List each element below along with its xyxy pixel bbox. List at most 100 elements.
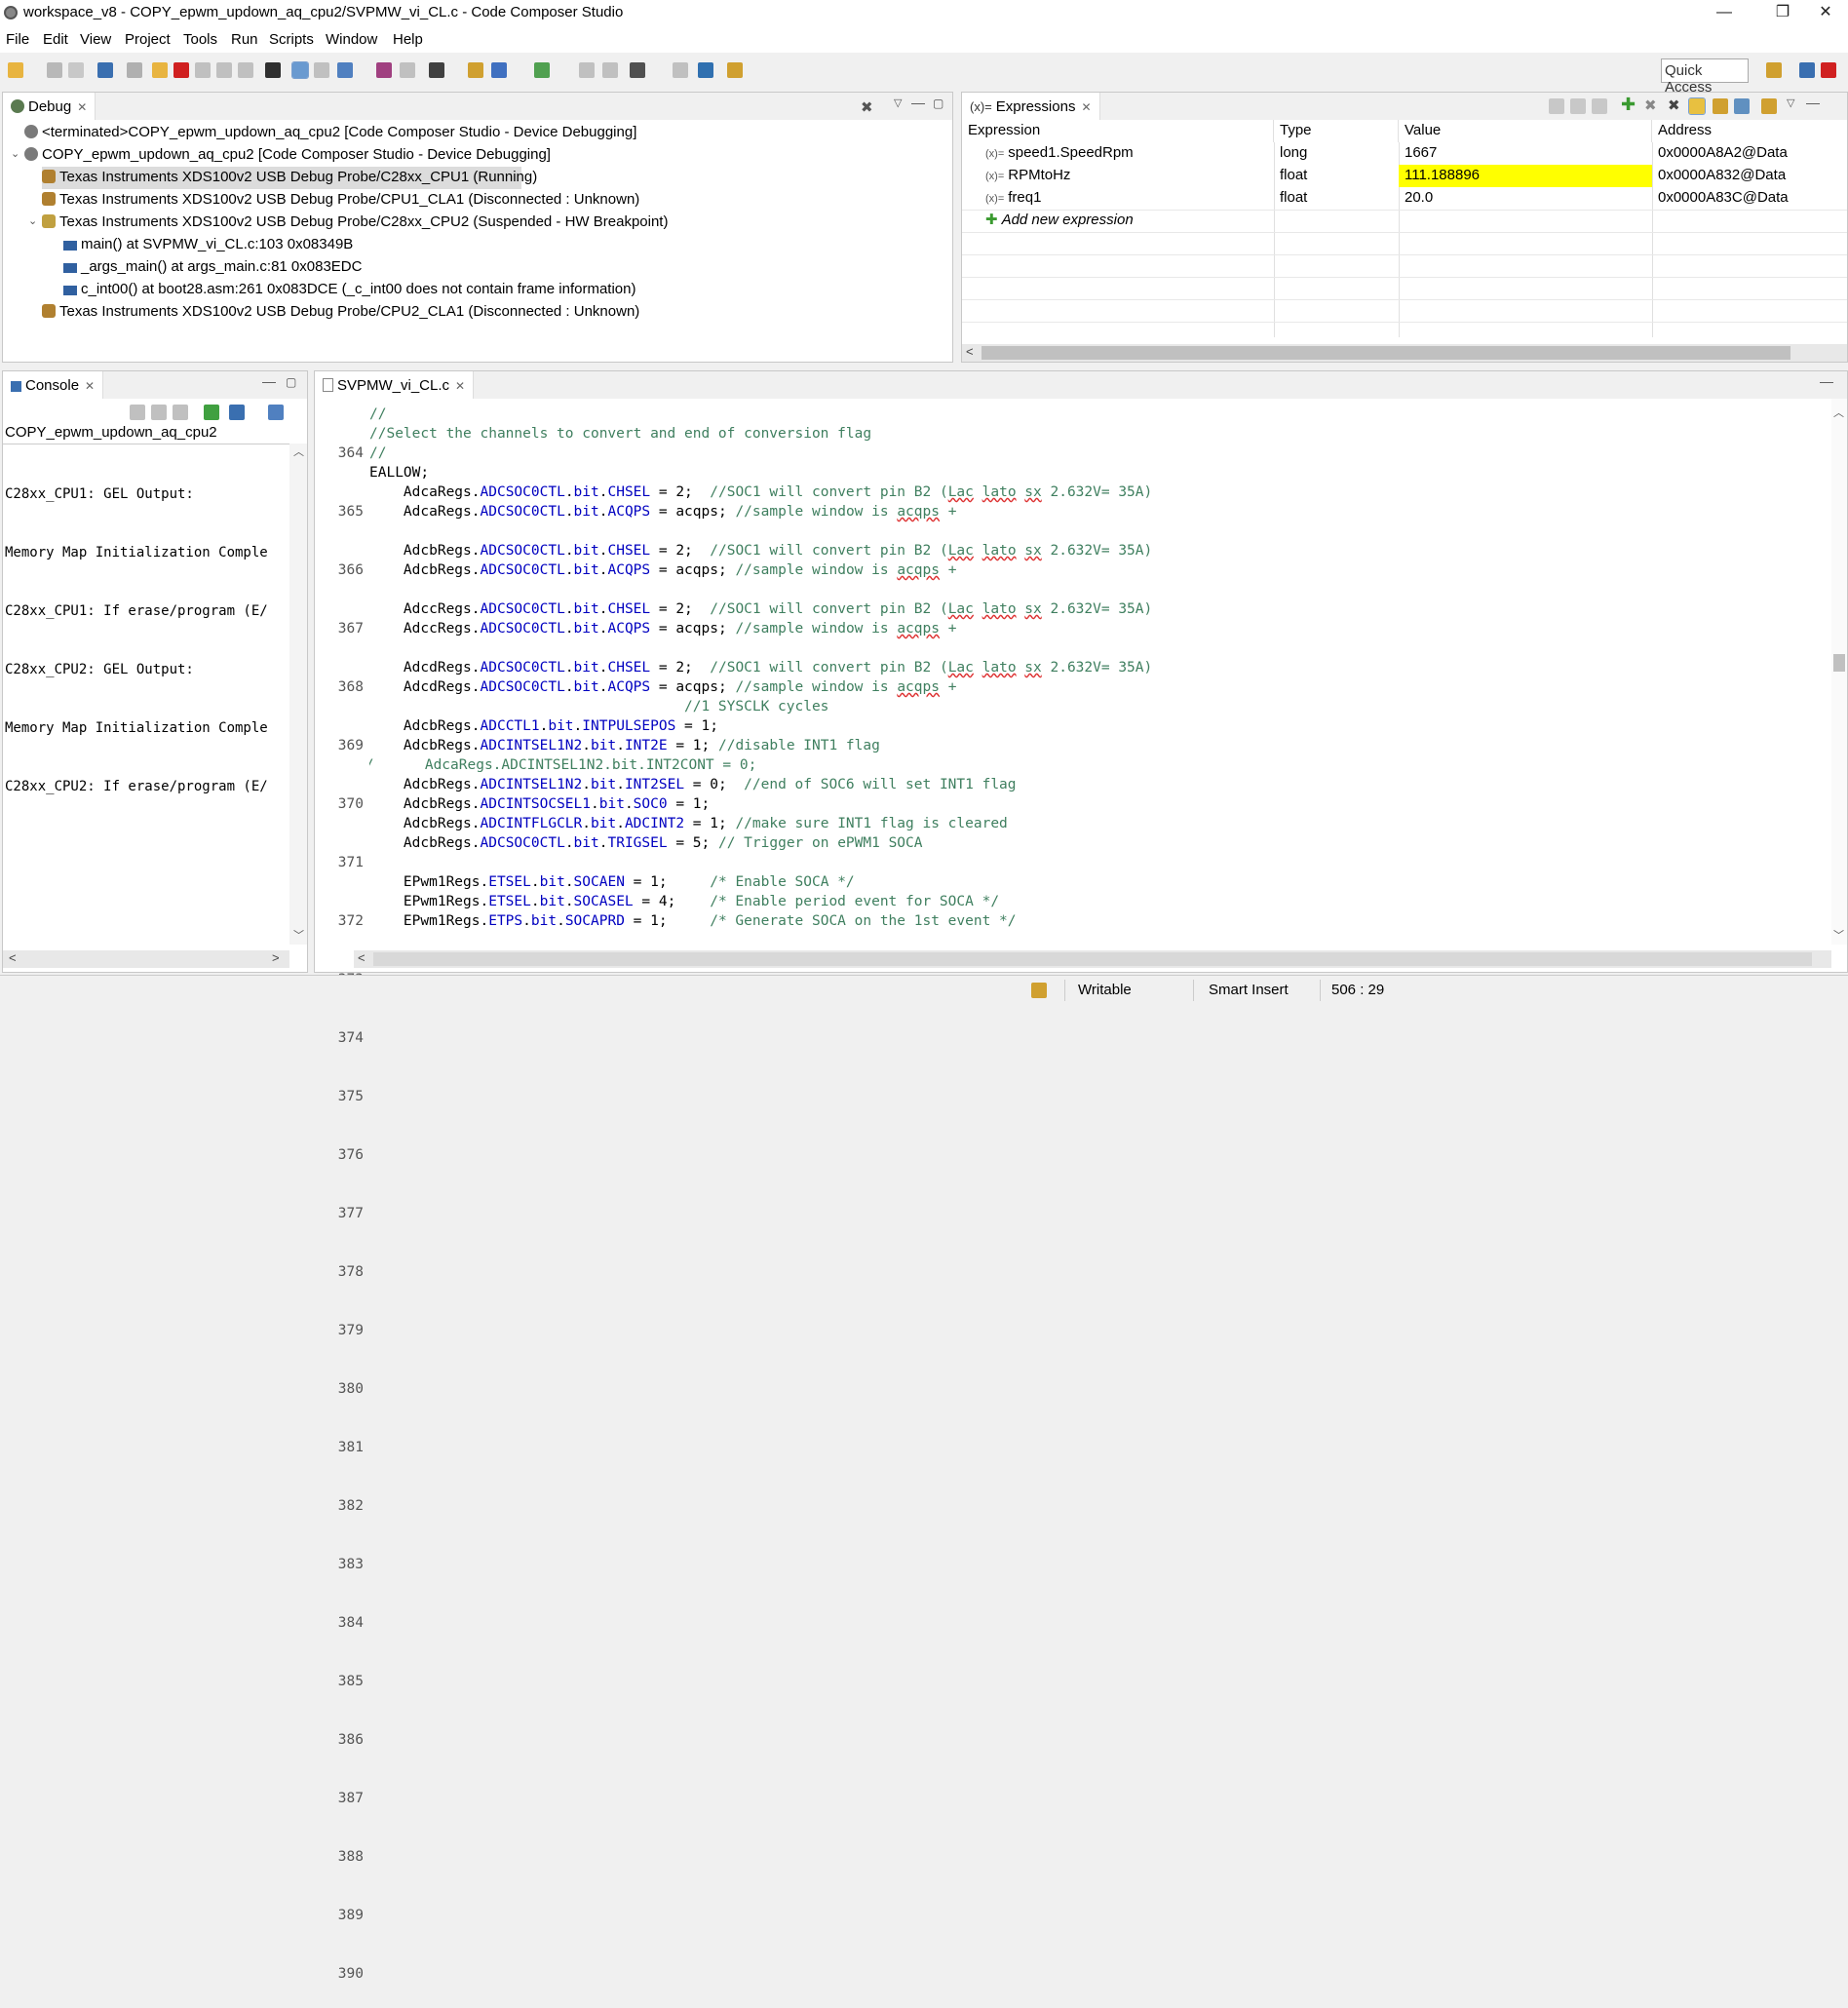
code-line[interactable]: EPwm1Regs.ETSEL.bit.SOCASEL = 4; /* Enab… bbox=[369, 892, 1802, 911]
vertical-scrollbar[interactable]: ︿ ﹀ bbox=[289, 444, 307, 945]
code-line[interactable] bbox=[369, 580, 1802, 599]
code-line[interactable]: AdcdRegs.ADCSOC0CTL.bit.ACQPS = acqps; /… bbox=[369, 677, 1802, 697]
collapse-chevron-icon[interactable]: ⌄ bbox=[11, 147, 19, 160]
expression-value-changed[interactable]: 111.188896 bbox=[1399, 165, 1652, 187]
scroll-down-icon[interactable]: ﹀ bbox=[293, 927, 304, 943]
tab-expressions[interactable]: (x)= Expressions ✕ bbox=[962, 93, 1100, 120]
tab-svpmw-vi-cl[interactable]: SVPMW_vi_CL.c ✕ bbox=[315, 371, 475, 399]
minimize-view-icon[interactable]: — bbox=[1820, 373, 1833, 389]
hammer-icon[interactable] bbox=[630, 62, 645, 78]
word-wrap-icon[interactable] bbox=[173, 405, 188, 420]
scroll-down-icon[interactable]: ﹀ bbox=[1833, 927, 1844, 943]
display-selected-console-icon[interactable] bbox=[229, 405, 245, 420]
code-line[interactable]: // AdcaRegs.ADCINTSEL1N2.bit.INT2CONT = … bbox=[369, 755, 1802, 775]
code-line[interactable]: AdcbRegs.ADCCTL1.bit.INTPULSEPOS = 1; bbox=[369, 716, 1802, 736]
scroll-up-icon[interactable]: ︿ bbox=[293, 444, 304, 459]
code-line[interactable]: AdccRegs.ADCSOC0CTL.bit.CHSEL = 2; //SOC… bbox=[369, 599, 1802, 619]
scroll-left-icon[interactable]: < bbox=[358, 950, 366, 965]
tree-row-session[interactable]: COPY_epwm_updown_aq_cpu2 [Code Composer … bbox=[24, 144, 551, 167]
refresh-icon[interactable] bbox=[1761, 98, 1777, 114]
add-new-expression[interactable]: ✚ Add new expression bbox=[980, 210, 1272, 232]
connect-icon[interactable] bbox=[337, 62, 353, 78]
code-line[interactable]: AdcaRegs.ADCSOC0CTL.bit.ACQPS = acqps; /… bbox=[369, 502, 1802, 521]
view-menu-icon[interactable]: ▽ bbox=[1787, 97, 1794, 109]
suspend-icon[interactable] bbox=[152, 62, 168, 78]
scroll-left-icon[interactable]: < bbox=[9, 950, 17, 965]
external-tools-icon[interactable] bbox=[579, 62, 595, 78]
continuous-refresh-icon[interactable] bbox=[1688, 97, 1706, 115]
scroll-right-icon[interactable]: > bbox=[272, 950, 280, 965]
horizontal-scrollbar[interactable]: < > bbox=[3, 950, 289, 968]
show-logical-structure-icon[interactable] bbox=[1570, 98, 1586, 114]
view-menu-icon[interactable]: ▽ bbox=[894, 97, 902, 109]
menu-view[interactable]: View bbox=[80, 31, 111, 48]
tree-row-cpu1-cla1[interactable]: Texas Instruments XDS100v2 USB Debug Pro… bbox=[42, 189, 639, 212]
debug-icon[interactable] bbox=[491, 62, 507, 78]
grid-icon[interactable] bbox=[265, 62, 281, 78]
clear-console-icon[interactable] bbox=[130, 405, 145, 420]
import-icon[interactable] bbox=[1713, 98, 1728, 114]
code-line[interactable]: //Select the channels to convert and end… bbox=[369, 424, 1802, 444]
expression-row-speed[interactable]: (x)= speed1.SpeedRpm bbox=[980, 142, 1272, 165]
collapse-chevron-icon[interactable]: ⌄ bbox=[28, 214, 37, 227]
menu-help[interactable]: Help bbox=[393, 31, 423, 48]
stack-frame-main[interactable]: main() at SVPMW_vi_CL.c:103 0x08349B bbox=[63, 234, 353, 256]
column-header-value[interactable]: Value bbox=[1399, 120, 1652, 142]
minimize-button[interactable]: — bbox=[1702, 0, 1747, 27]
scroll-lock-icon[interactable] bbox=[151, 405, 167, 420]
terminate-icon[interactable] bbox=[173, 62, 189, 78]
vertical-scrollbar[interactable]: ︿ ﹀ bbox=[1831, 399, 1847, 945]
link-icon[interactable] bbox=[314, 62, 329, 78]
scroll-up-icon[interactable]: ︿ bbox=[1833, 405, 1844, 420]
code-line[interactable]: AdcbRegs.ADCINTFLGCLR.bit.ADCINT2 = 1; /… bbox=[369, 814, 1802, 833]
code-line[interactable]: AdcaRegs.ADCSOC0CTL.bit.CHSEL = 2; //SOC… bbox=[369, 483, 1802, 502]
code-line[interactable]: AdcbRegs.ADCINTSOCSEL1.bit.SOC0 = 1; bbox=[369, 794, 1802, 814]
open-console-icon[interactable] bbox=[268, 405, 284, 420]
step-into-icon[interactable] bbox=[195, 62, 211, 78]
step-return-icon[interactable] bbox=[238, 62, 253, 78]
remove-expression-icon[interactable]: ✖ bbox=[1644, 97, 1657, 114]
quick-access-input[interactable]: Quick Access bbox=[1661, 58, 1749, 96]
menu-run[interactable]: Run bbox=[231, 31, 258, 48]
code-line[interactable] bbox=[369, 853, 1802, 872]
code-line[interactable]: EALLOW; bbox=[369, 463, 1802, 483]
maximize-view-icon[interactable]: ▢ bbox=[286, 375, 296, 389]
stack-frame-args-main[interactable]: _args_main() at args_main.c:81 0x083EDC bbox=[63, 256, 362, 279]
code-line[interactable] bbox=[369, 931, 1802, 946]
breakpoint-icon[interactable] bbox=[376, 62, 392, 78]
code-line[interactable]: // bbox=[369, 444, 1802, 463]
menu-edit[interactable]: Edit bbox=[43, 31, 68, 48]
code-line[interactable]: AdcbRegs.ADCINTSEL1N2.bit.INT2E = 1; //d… bbox=[369, 736, 1802, 755]
pin-icon[interactable] bbox=[727, 62, 743, 78]
ccs-edit-perspective-icon[interactable] bbox=[1799, 62, 1815, 78]
code-line[interactable] bbox=[369, 521, 1802, 541]
resume-icon[interactable] bbox=[127, 62, 142, 78]
code-line[interactable]: AdcbRegs.ADCINTSEL1N2.bit.INT2SEL = 0; /… bbox=[369, 775, 1802, 794]
close-icon[interactable]: ✕ bbox=[1081, 100, 1091, 114]
load-program-icon[interactable] bbox=[429, 62, 444, 78]
save-icon[interactable] bbox=[47, 62, 62, 78]
new-icon[interactable] bbox=[8, 62, 23, 78]
show-type-names-icon[interactable] bbox=[1549, 98, 1564, 114]
scrollbar-thumb[interactable] bbox=[373, 952, 1812, 966]
tree-row-cpu1[interactable]: Texas Instruments XDS100v2 USB Debug Pro… bbox=[42, 167, 537, 189]
menu-tools[interactable]: Tools bbox=[183, 31, 217, 48]
code-line[interactable]: AdcbRegs.ADCSOC0CTL.bit.ACQPS = acqps; /… bbox=[369, 560, 1802, 580]
stack-frame-c-int00[interactable]: c_int00() at boot28.asm:261 0x083DCE (_c… bbox=[63, 279, 636, 301]
ccs-debug-perspective-icon[interactable] bbox=[1821, 62, 1836, 78]
column-header-expression[interactable]: Expression bbox=[962, 120, 1274, 142]
menu-file[interactable]: File bbox=[6, 31, 29, 48]
search-icon[interactable] bbox=[698, 62, 713, 78]
export-icon[interactable] bbox=[1734, 98, 1750, 114]
close-button[interactable]: ✕ bbox=[1803, 0, 1848, 27]
close-icon[interactable]: ✕ bbox=[85, 379, 95, 393]
column-header-address[interactable]: Address bbox=[1652, 120, 1847, 142]
save-all-icon[interactable] bbox=[68, 62, 84, 78]
scroll-left-icon[interactable]: < bbox=[966, 344, 974, 359]
code-line[interactable] bbox=[369, 638, 1802, 658]
remove-all-expressions-icon[interactable]: ✖ bbox=[1668, 97, 1680, 114]
tab-console[interactable]: Console ✕ bbox=[3, 371, 104, 399]
pin-console-icon[interactable] bbox=[204, 405, 219, 420]
menu-project[interactable]: Project bbox=[125, 31, 171, 48]
minimize-view-icon[interactable]: — bbox=[911, 95, 925, 110]
